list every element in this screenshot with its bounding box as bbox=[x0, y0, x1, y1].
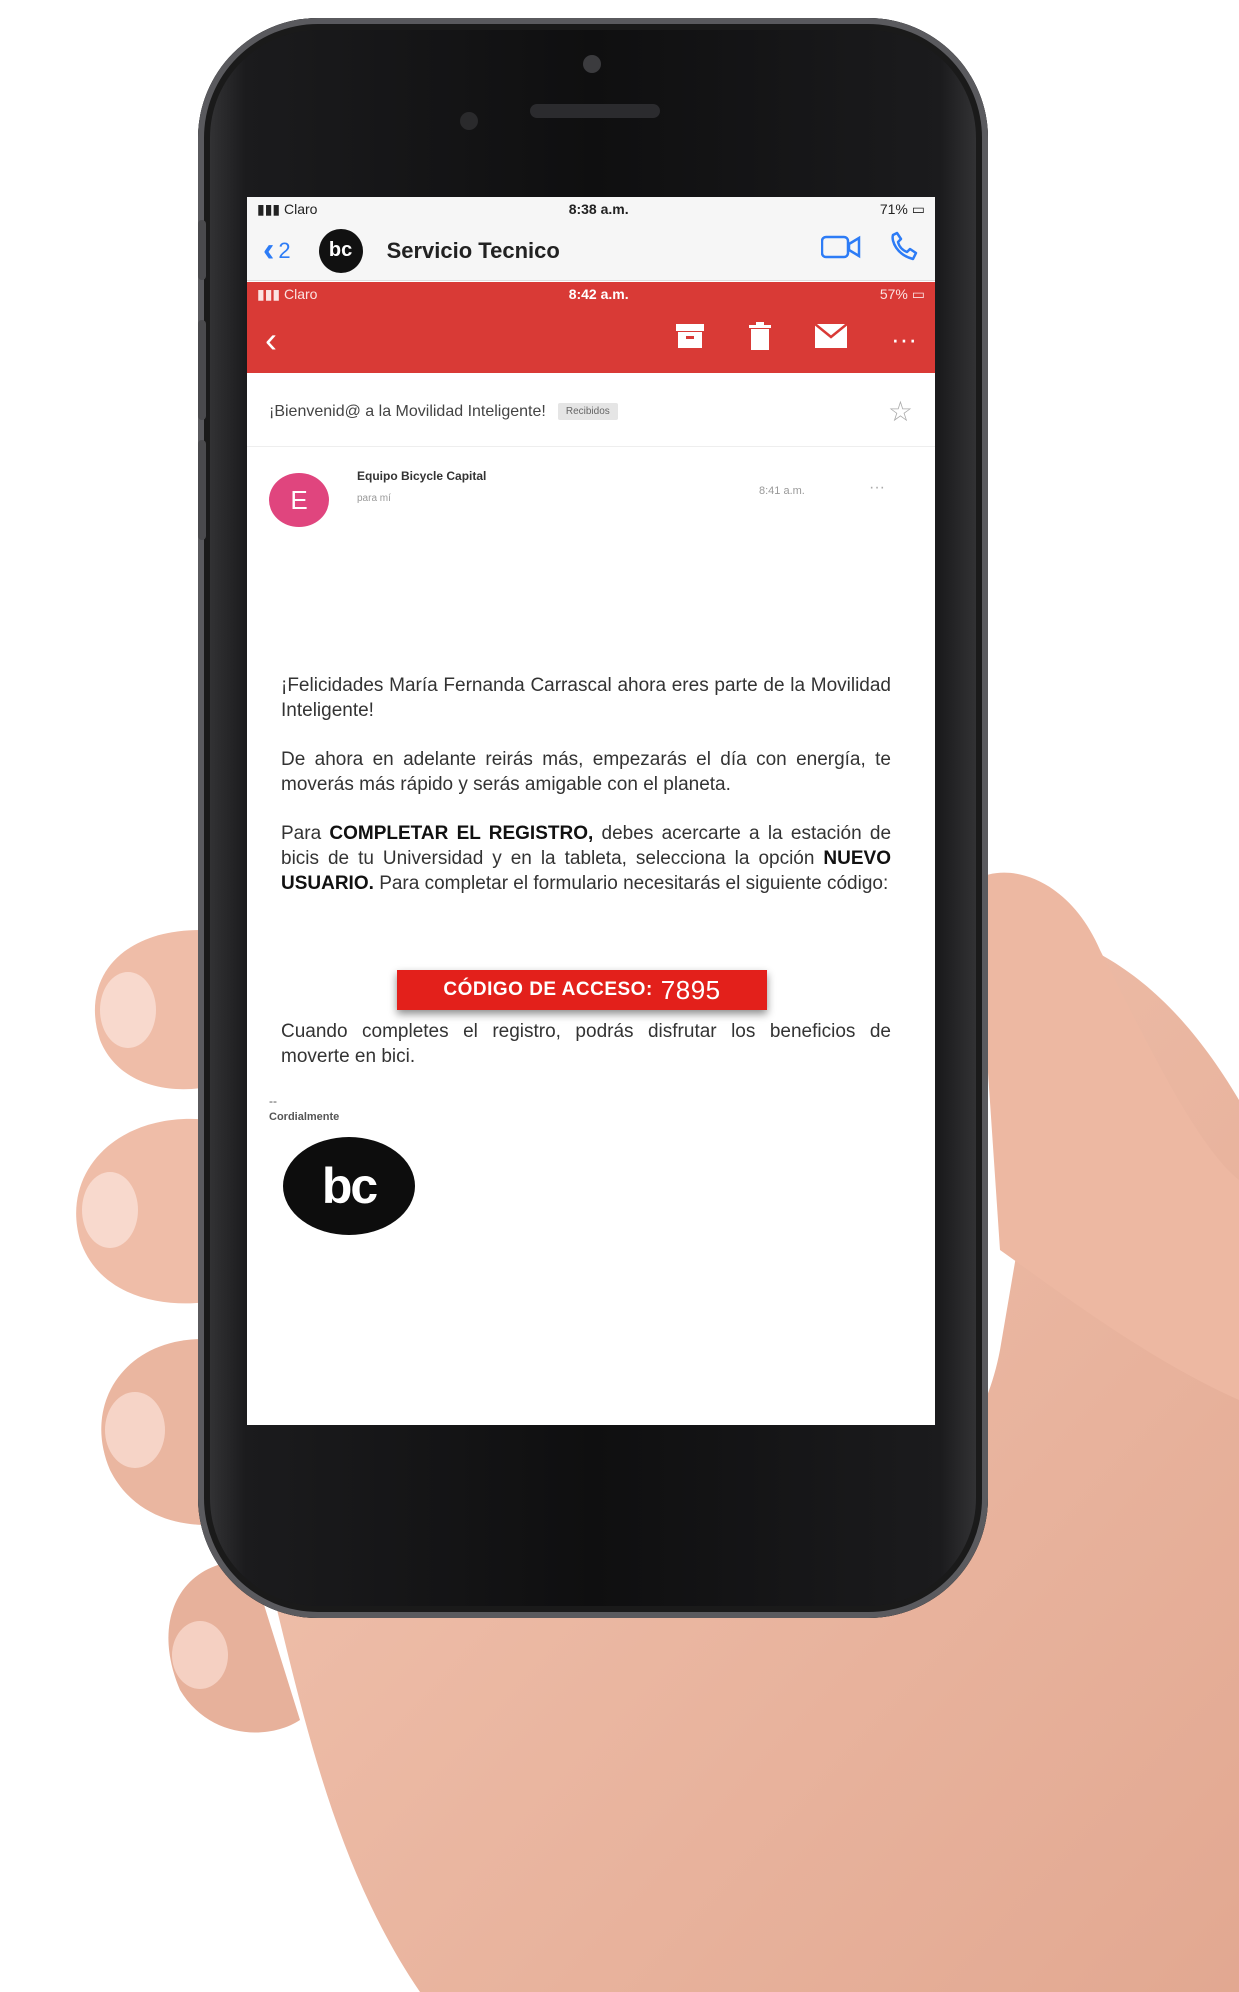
phone-screen: ▮▮▮ Claro 8:38 a.m. 71% ▭ ‹ 2 bc Servici… bbox=[247, 197, 935, 1425]
signal-icon: ▮▮▮ bbox=[257, 285, 285, 302]
status-bar-top: ▮▮▮ Claro 8:38 a.m. 71% ▭ bbox=[247, 197, 935, 221]
front-camera bbox=[583, 55, 601, 73]
access-code-label: CÓDIGO DE ACCESO: bbox=[443, 979, 653, 1000]
mute-switch bbox=[198, 220, 206, 280]
mail-toolbar: ‹ ··· bbox=[247, 306, 935, 373]
sender-avatar: E bbox=[269, 473, 329, 527]
time: 8:42 a.m. bbox=[568, 286, 629, 302]
signature-label: Cordialmente bbox=[269, 1111, 340, 1123]
phone-icon[interactable] bbox=[887, 231, 919, 270]
signal-icon: ▮▮▮ bbox=[257, 200, 285, 217]
battery-icon: ▭ bbox=[911, 200, 925, 217]
more-icon[interactable]: ··· bbox=[891, 324, 917, 355]
carrier: Claro bbox=[284, 200, 318, 217]
signature-logo: bc bbox=[283, 1137, 415, 1235]
earpiece-speaker bbox=[530, 104, 660, 118]
star-icon[interactable]: ☆ bbox=[888, 395, 913, 428]
battery-level: 57% bbox=[879, 285, 908, 302]
proximity-sensor bbox=[460, 112, 478, 130]
sender-time: 8:41 a.m. bbox=[759, 485, 805, 497]
body-paragraph-4: Cuando completes el registro, podrás dis… bbox=[281, 1021, 891, 1067]
email-subject: ¡Bienvenid@ a la Movilidad Inteligente! bbox=[269, 402, 546, 420]
carrier: Claro bbox=[284, 285, 318, 302]
sender-more-icon[interactable]: ··· bbox=[869, 479, 885, 497]
sender-name: Equipo Bicycle Capital bbox=[357, 469, 487, 483]
text-span: Para bbox=[281, 823, 322, 844]
text-span: Para completar el formulario necesitarás… bbox=[379, 873, 889, 894]
contact-name[interactable]: Servicio Tecnico bbox=[387, 238, 795, 264]
body-paragraph-3: Para COMPLETAR EL REGISTRO, debes acerca… bbox=[281, 821, 891, 896]
signature-separator: -- bbox=[269, 1094, 277, 1108]
logo-text: bc bbox=[321, 1158, 378, 1214]
back-chevron-icon[interactable]: ‹ bbox=[263, 231, 274, 270]
body-paragraph-2: De ahora en adelante reirás más, empezar… bbox=[281, 749, 891, 795]
back-count[interactable]: 2 bbox=[278, 238, 290, 264]
archive-icon[interactable] bbox=[675, 323, 705, 356]
contact-avatar[interactable]: bc bbox=[318, 228, 363, 273]
sender-recipient[interactable]: para mí bbox=[357, 493, 391, 504]
sender-row: E Equipo Bicycle Capital para mí 8:41 a.… bbox=[269, 455, 919, 535]
access-code-value: 7895 bbox=[660, 974, 721, 1005]
access-code-box: CÓDIGO DE ACCESO: 7895 bbox=[397, 970, 767, 1010]
volume-up-button bbox=[198, 320, 206, 420]
trash-icon[interactable] bbox=[749, 322, 772, 357]
body-paragraph-1: ¡Felicidades María Fernanda Carrascal ah… bbox=[281, 675, 891, 721]
mail-icon[interactable] bbox=[814, 323, 848, 355]
email-subject-row: ¡Bienvenid@ a la Movilidad Inteligente! … bbox=[247, 377, 935, 447]
video-call-icon[interactable] bbox=[820, 234, 861, 267]
label-chip[interactable]: Recibidos bbox=[557, 403, 618, 420]
back-chevron-icon[interactable]: ‹ bbox=[265, 319, 631, 361]
bold-text: COMPLETAR EL REGISTRO, bbox=[329, 823, 594, 844]
battery-level: 71% bbox=[879, 200, 908, 217]
messages-header: ‹ 2 bc Servicio Tecnico bbox=[247, 221, 935, 281]
time: 8:38 a.m. bbox=[568, 201, 629, 217]
battery-icon: ▭ bbox=[911, 285, 925, 302]
volume-down-button bbox=[198, 440, 206, 540]
status-bar-mail: ▮▮▮ Claro 8:42 a.m. 57% ▭ bbox=[247, 282, 935, 306]
email-body: ¡Felicidades María Fernanda Carrascal ah… bbox=[281, 673, 891, 920]
